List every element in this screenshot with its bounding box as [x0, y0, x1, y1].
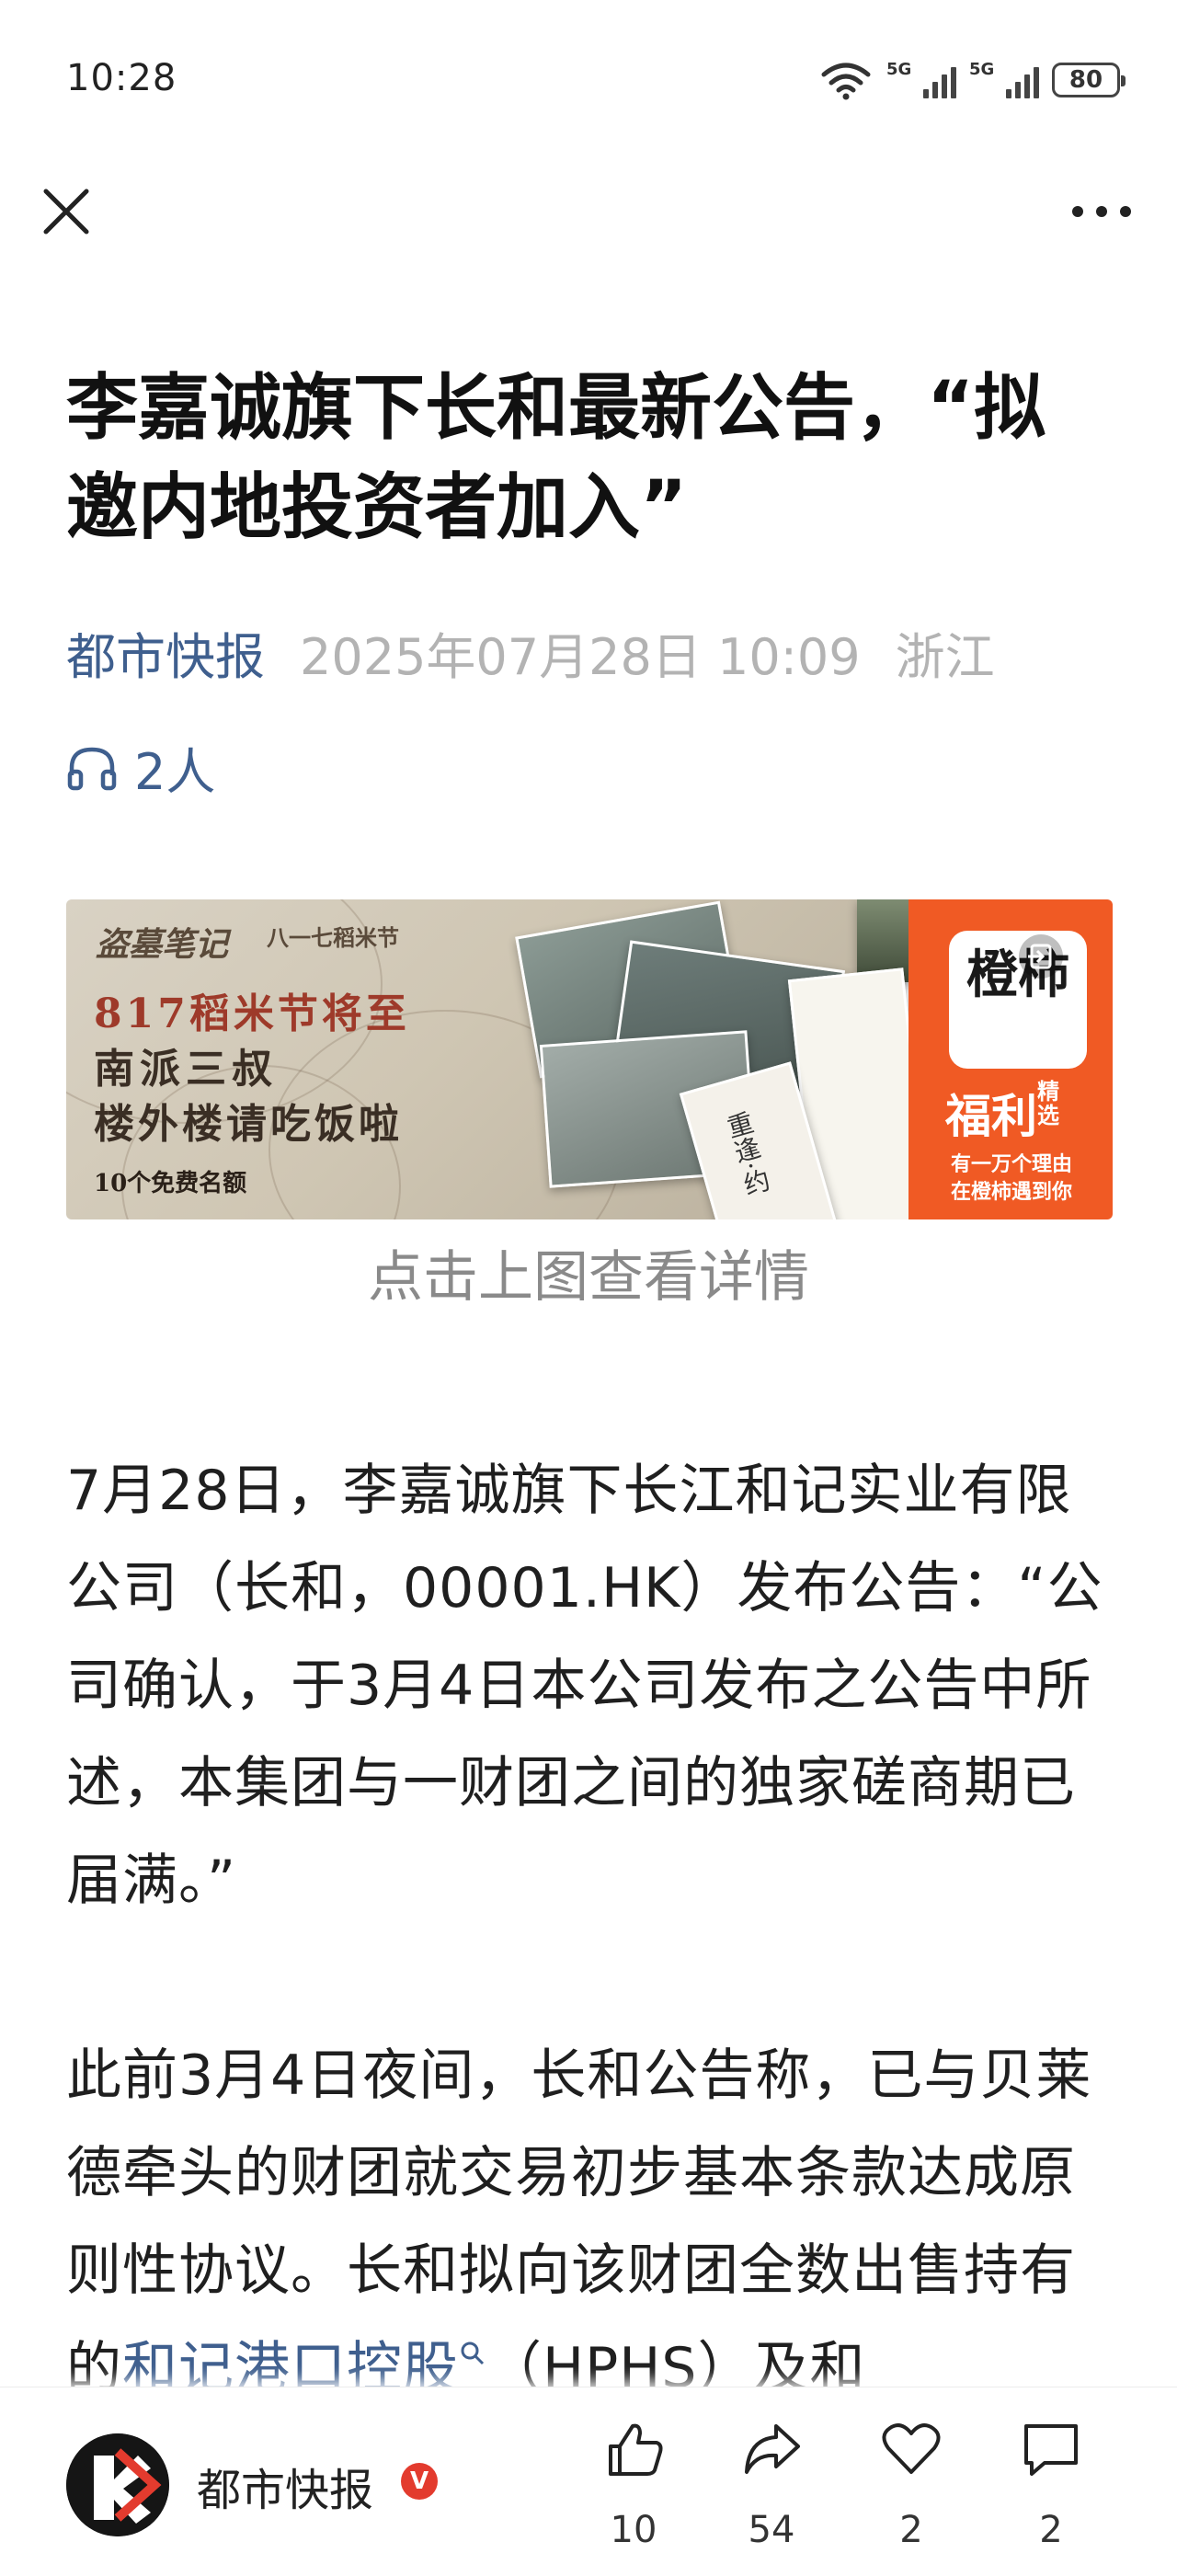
like-count: 10: [610, 2509, 657, 2551]
image-caption[interactable]: 点击上图查看详情: [0, 1232, 1177, 1312]
banner-side-line-1: 有一万个理由: [951, 1153, 1073, 1176]
close-icon: [43, 189, 89, 235]
cellular-signal-icon: 5G: [886, 60, 956, 100]
article-meta: 都市快报 2025年07月28日 10:09 浙江: [66, 625, 995, 690]
wifi-icon: [821, 63, 871, 100]
comment-icon: [1024, 2424, 1078, 2476]
banner-side-title: 福利精选: [945, 1079, 1059, 1143]
paragraph-2: 此前3月4日夜间，长和公告称，已与贝莱德牵头的财团就交易初步基本条款达成原则性协…: [66, 2044, 1092, 2400]
banner-main-image: 盗墓笔记 八一七稻米节 817稻米节将至 南派三叔 楼外楼请吃饭啦 10个免费名…: [66, 899, 967, 1219]
status-bar: 10:28 5G 5G 80: [0, 0, 1177, 156]
search-icon: [461, 2341, 485, 2365]
share-icon: [745, 2424, 800, 2474]
share-count: 54: [748, 2509, 795, 2551]
bottom-action-bar: 都市快报 V 10 54 2 2: [0, 2387, 1177, 2576]
status-time: 10:28: [66, 57, 177, 99]
favorite-button[interactable]: 2: [861, 2417, 962, 2551]
status-icons: 5G 5G 80: [818, 57, 1126, 103]
app-logo: 橙柿: [949, 931, 1087, 1069]
favorite-count: 2: [899, 2509, 923, 2551]
banner-brand-sub: 八一七稻米节: [267, 925, 399, 951]
more-icon: [1072, 206, 1131, 217]
account-name[interactable]: 都市快报: [197, 2454, 373, 2518]
account-avatar[interactable]: [66, 2433, 169, 2536]
listen-button[interactable]: 2人: [66, 731, 215, 804]
like-button[interactable]: 10: [583, 2417, 684, 2551]
close-button[interactable]: [39, 184, 94, 239]
thumbs-up-icon: [609, 2423, 663, 2476]
share-button[interactable]: 54: [721, 2417, 822, 2551]
banner-headline: 817稻米节将至: [94, 990, 410, 1037]
source-link[interactable]: 都市快报: [66, 628, 265, 686]
banner-line-2: 南派三叔: [94, 1046, 278, 1093]
headphones-icon: [67, 747, 117, 790]
banner-side-ad: 橙柿 福利精选 有一万个理由 在橙柿遇到你: [908, 899, 1113, 1219]
verified-badge: V: [401, 2463, 438, 2500]
paragraph-1: 7月28日，李嘉诚旗下长江和记实业有限公司（长和，00001.HK）发布公告：“…: [66, 1459, 1103, 1913]
exit-icon: [1019, 934, 1063, 979]
comment-count: 2: [1039, 2509, 1063, 2551]
banner-side-line-2: 在橙柿遇到你: [951, 1181, 1073, 1204]
banner-line-4: 10个免费名额: [94, 1170, 247, 1197]
comment-button[interactable]: 2: [1000, 2417, 1102, 2551]
more-button[interactable]: [1065, 184, 1138, 239]
listener-count: 2人: [134, 743, 216, 801]
banner-brand: 盗墓笔记: [96, 925, 229, 964]
article-title: 李嘉诚旗下长和最新公告，“拟邀内地投资者加入”: [66, 367, 1046, 549]
banner-ad[interactable]: 盗墓笔记 八一七稻米节 817稻米节将至 南派三叔 楼外楼请吃饭啦 10个免费名…: [66, 899, 1113, 1219]
publish-date: 2025年07月28日 10:09: [300, 628, 861, 686]
cellular-signal-icon-2: 5G: [969, 60, 1039, 100]
publish-location: 浙江: [895, 628, 995, 686]
battery-icon: 80: [1052, 63, 1126, 97]
heart-icon: [882, 2423, 941, 2474]
banner-line-3: 楼外楼请吃饭啦: [94, 1101, 403, 1148]
